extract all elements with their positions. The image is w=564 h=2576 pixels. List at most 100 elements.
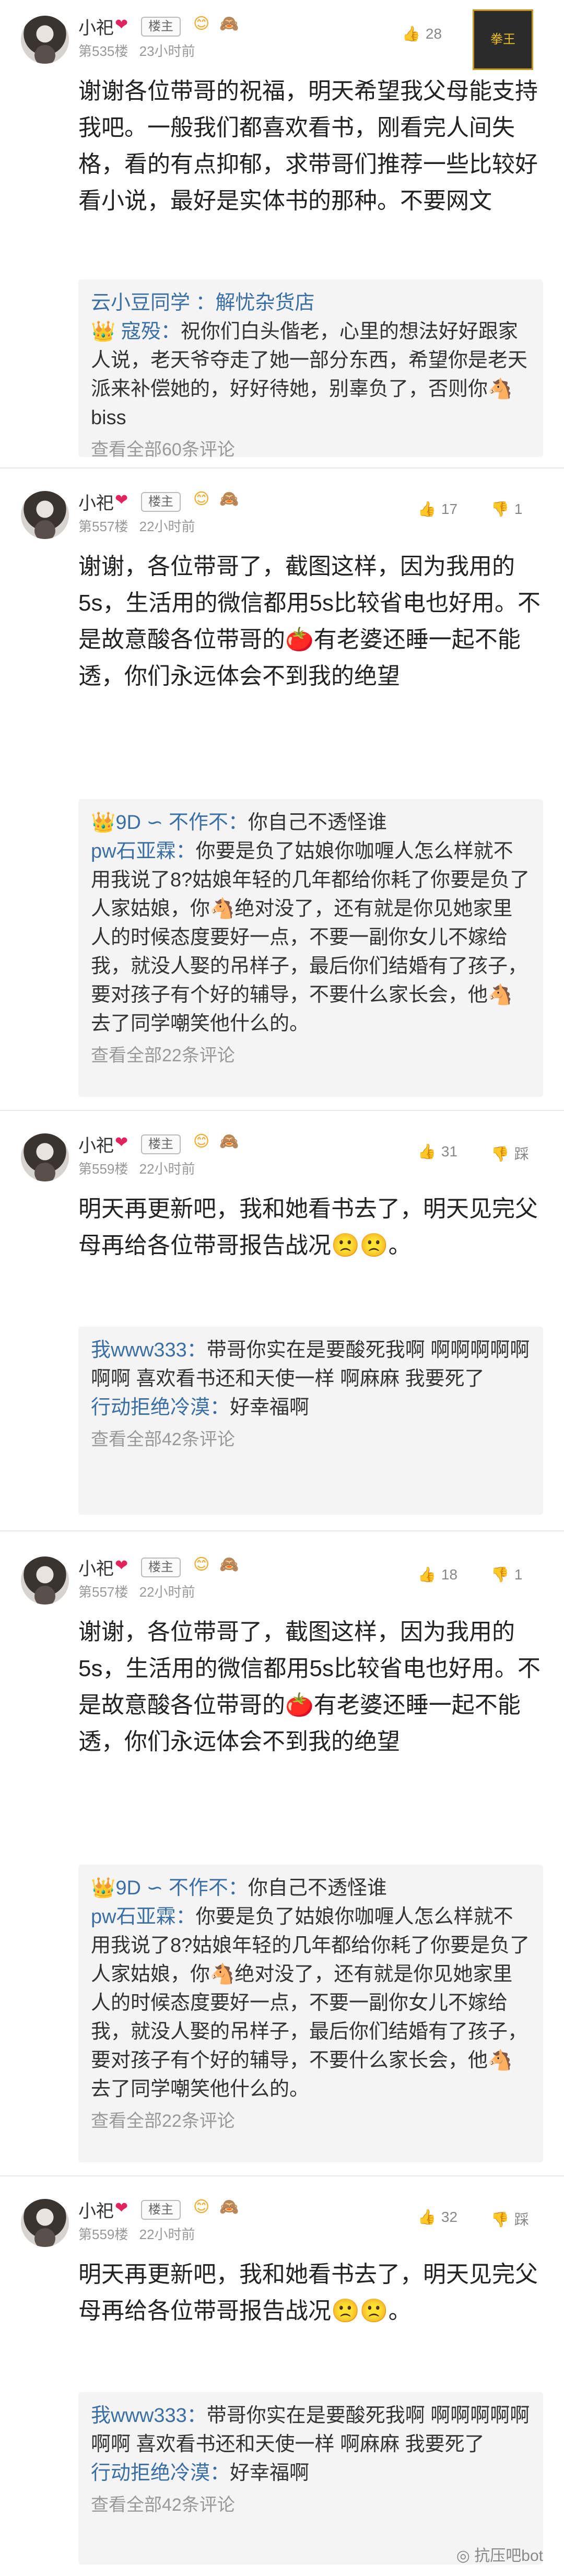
reply-username[interactable]: 云小豆同学 ：解忧杂货店 xyxy=(91,292,315,314)
like-count: 31 xyxy=(441,1143,458,1160)
view-all-replies-link[interactable]: 查看全部42条评论 xyxy=(91,1425,531,1454)
comment-post-4: 小祀 ❤ 楼主 😊 🙈 第557楼 22小时前 👍 18 👎 1 谢谢，各位带哥了，… xyxy=(0,1541,564,2178)
emoji-badge-icon: 🙈 xyxy=(219,15,239,32)
emoji-badge-icon: 🙈 xyxy=(219,1133,239,1150)
floor-and-time: 第557楼 22小时前 xyxy=(78,516,195,535)
reply-item[interactable]: 👑9D ∽ 不作不：你自己不透怪谁 xyxy=(91,809,531,837)
reply-text: 你自己不透怪谁 xyxy=(248,1877,387,1899)
reply-username[interactable]: 👑 寇殁： xyxy=(91,321,181,343)
reply-text: 好幸福啊 xyxy=(230,1397,310,1419)
floor-and-time: 第535楼 23小时前 xyxy=(78,41,195,60)
reply-list: 👑9D ∽ 不作不：你自己不透怪谁 pw石亚霖：你要是负了姑娘你咖喱人怎么样就不… xyxy=(78,1865,543,2162)
reply-text: 你要是负了姑娘你咖喱人怎么样就不用我说了8?姑娘年轻的几年都给你耗了你要是负了人… xyxy=(91,1906,530,2100)
floor-and-time: 第559楼 22小时前 xyxy=(78,1158,195,1178)
reply-username[interactable]: 我www333： xyxy=(91,2405,207,2427)
watermark: ◎ 抗压吧bot xyxy=(456,2543,543,2566)
floor-and-time: 第557楼 22小时前 xyxy=(78,1582,195,1601)
reply-item[interactable]: 云小豆同学 ：解忧杂货店 xyxy=(91,289,531,318)
trophy-image: 拳王 xyxy=(473,9,533,70)
heart-icon: ❤ xyxy=(115,491,128,509)
like-button[interactable]: 👍 18 xyxy=(418,1566,457,1583)
time-ago: 22小时前 xyxy=(139,1584,195,1600)
reply-list: 云小豆同学 ：解忧杂货店 👑 寇殁：祝你们白头偕老，心里的想法好好跟家人说，老天… xyxy=(78,279,543,460)
view-all-replies-link[interactable]: 查看全部22条评论 xyxy=(91,2107,531,2136)
floor-number: 第557楼 xyxy=(78,519,128,534)
time-ago: 22小时前 xyxy=(139,2227,195,2242)
reply-username[interactable]: pw石亚霖： xyxy=(91,1906,196,1928)
emoji-badge-icon: 😊 xyxy=(193,15,210,32)
reply-item[interactable]: 行动拒绝冷漠：好幸福啊 xyxy=(91,2459,531,2488)
heart-icon: ❤ xyxy=(115,2199,128,2217)
reply-username[interactable]: 👑9D ∽ 不作不： xyxy=(91,1877,248,1899)
divider xyxy=(0,1110,564,1111)
divider xyxy=(0,2175,564,2176)
emoji-badge-icon: 😊 xyxy=(193,1556,210,1573)
username[interactable]: 小祀 xyxy=(78,1131,114,1157)
dislike-count: 1 xyxy=(514,1566,523,1583)
avatar[interactable] xyxy=(21,1556,69,1605)
emoji-badge-icon: 🙈 xyxy=(219,2198,239,2216)
reply-list: 我www333：带哥你实在是要酸死我啊 啊啊啊啊啊啊啊 喜欢看书还和天使一样 啊… xyxy=(78,1327,543,1515)
comment-body: 谢谢各位带哥的祝福，明天希望我父母能支持我吧。一般我们都喜欢看书，刚看完人间失格… xyxy=(78,78,538,214)
thumb-up-icon: 👍 xyxy=(418,2209,436,2225)
reply-username[interactable]: 👑9D ∽ 不作不： xyxy=(91,812,248,834)
time-ago: 23小时前 xyxy=(139,43,195,59)
username[interactable]: 小祀 xyxy=(78,1554,114,1580)
view-all-replies-link[interactable]: 查看全部22条评论 xyxy=(91,1041,531,1070)
reply-username[interactable]: 行动拒绝冷漠： xyxy=(91,2462,230,2484)
dislike-button[interactable]: 👎 踩 xyxy=(491,2208,529,2229)
like-button[interactable]: 👍 32 xyxy=(418,2208,457,2226)
reply-item[interactable]: pw石亚霖：你要是负了姑娘你咖喱人怎么样就不用我说了8?姑娘年轻的几年都给你耗了… xyxy=(91,1903,531,2104)
thumb-down-icon: 👎 xyxy=(491,2211,509,2228)
comment-post-1: 小祀 ❤ 楼主 😊 🙈 第535楼 23小时前 👍 28 拳王 谢谢各位带哥的祝福… xyxy=(0,0,564,470)
floor-and-time: 第559楼 22小时前 xyxy=(78,2224,195,2243)
reply-item[interactable]: 我www333：带哥你实在是要酸死我啊 啊啊啊啊啊啊啊 喜欢看书还和天使一样 啊… xyxy=(91,2402,531,2459)
username[interactable]: 小祀 xyxy=(78,2197,114,2222)
avatar[interactable] xyxy=(21,491,69,539)
reply-text: 你要是负了姑娘你咖喱人怎么样就不用我说了8?姑娘年轻的几年都给你耗了你要是负了人… xyxy=(91,840,530,1035)
divider xyxy=(0,467,564,469)
op-badge: 楼主 xyxy=(141,492,181,512)
reply-item[interactable]: 👑9D ∽ 不作不：你自己不透怪谁 xyxy=(91,1874,531,1903)
avatar[interactable] xyxy=(21,1133,69,1181)
view-all-replies-link[interactable]: 查看全部42条评论 xyxy=(91,2491,531,2520)
dislike-button[interactable]: 👎 1 xyxy=(491,500,522,518)
floor-number: 第535楼 xyxy=(78,43,128,59)
username[interactable]: 小祀 xyxy=(78,489,114,514)
reply-username[interactable]: pw石亚霖： xyxy=(91,840,196,862)
dislike-button[interactable]: 👎 1 xyxy=(491,1566,522,1583)
comment-body: 谢谢，各位带哥了，截图这样，因为我用的5s，生活用的微信都用5s比较省电也好用。… xyxy=(78,1619,540,1754)
reply-item[interactable]: 行动拒绝冷漠：好幸福啊 xyxy=(91,1394,531,1422)
like-count: 28 xyxy=(425,26,442,42)
reply-item[interactable]: pw石亚霖：你要是负了姑娘你咖喱人怎么样就不用我说了8?姑娘年轻的几年都给你耗了… xyxy=(91,837,531,1038)
avatar[interactable] xyxy=(21,16,69,64)
reply-item[interactable]: 👑 寇殁：祝你们白头偕老，心里的想法好好跟家人说，老天爷夺走了她一部分东西，希望… xyxy=(91,318,531,432)
reply-username[interactable]: 行动拒绝冷漠： xyxy=(91,1397,230,1419)
op-badge: 楼主 xyxy=(141,1558,181,1577)
reply-list: 我www333：带哥你实在是要酸死我啊 啊啊啊啊啊啊啊 喜欢看书还和天使一样 啊… xyxy=(78,2392,543,2565)
dislike-button[interactable]: 👎 踩 xyxy=(491,1143,529,1164)
emoji-badge-icon: 😊 xyxy=(193,2198,210,2216)
comment-post-2: 小祀 ❤ 楼主 😊 🙈 第557楼 22小时前 👍 17 👎 1 谢谢，各位带哥了，… xyxy=(0,475,564,1113)
avatar[interactable] xyxy=(21,2199,69,2247)
view-all-replies-link[interactable]: 查看全部60条评论 xyxy=(91,436,531,464)
like-count: 18 xyxy=(441,1566,458,1583)
dislike-label: 踩 xyxy=(514,1146,529,1162)
like-button[interactable]: 👍 17 xyxy=(418,500,457,518)
divider xyxy=(0,1530,564,1531)
time-ago: 22小时前 xyxy=(139,1161,195,1177)
like-button[interactable]: 👍 28 xyxy=(402,25,442,42)
heart-icon: ❤ xyxy=(115,1134,128,1151)
emoji-badge-icon: 🙈 xyxy=(219,1556,239,1573)
floor-number: 第559楼 xyxy=(78,2227,128,2242)
like-button[interactable]: 👍 31 xyxy=(418,1143,457,1160)
username[interactable]: 小祀 xyxy=(78,14,114,39)
like-count: 17 xyxy=(441,501,458,517)
op-badge: 楼主 xyxy=(141,1134,181,1154)
emoji-badge-icon: 🙈 xyxy=(219,490,239,508)
reply-item[interactable]: 我www333：带哥你实在是要酸死我啊 啊啊啊啊啊啊啊 喜欢看书还和天使一样 啊… xyxy=(91,1336,531,1394)
dislike-label: 踩 xyxy=(514,2211,529,2228)
reply-text: 你自己不透怪谁 xyxy=(248,812,387,834)
heart-icon: ❤ xyxy=(115,16,128,33)
reply-username[interactable]: 我www333： xyxy=(91,1339,207,1361)
